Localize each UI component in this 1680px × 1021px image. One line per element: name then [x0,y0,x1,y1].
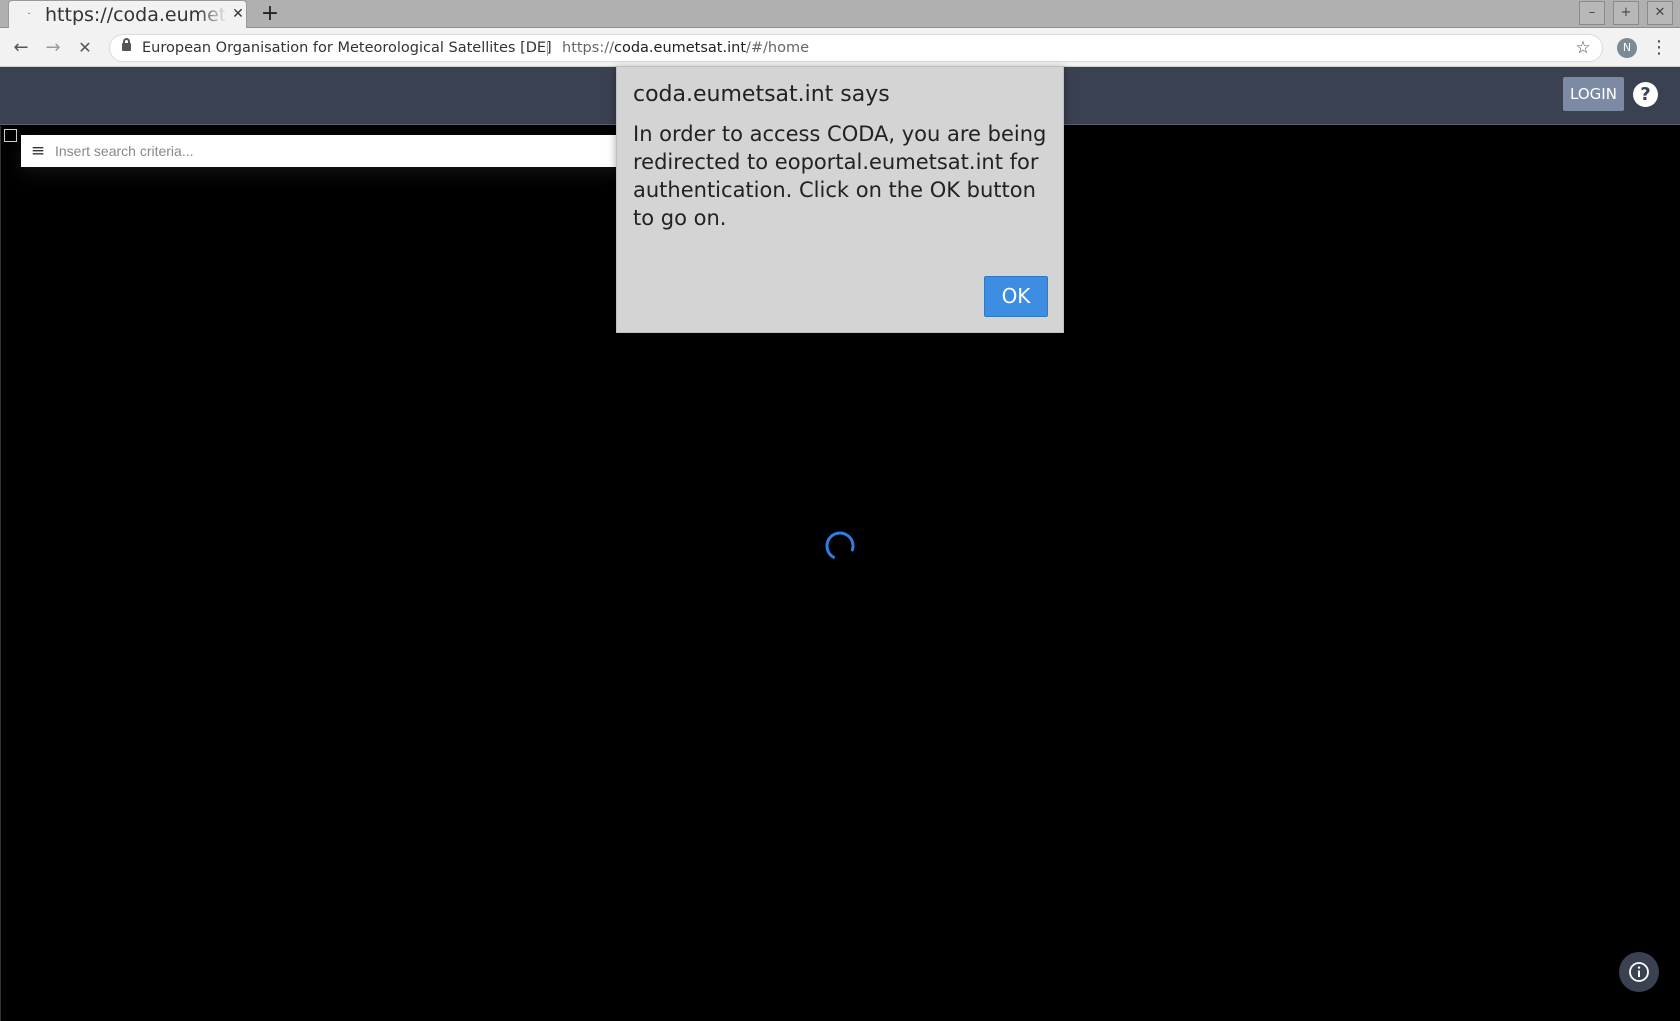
profile-avatar[interactable]: N [1617,38,1637,58]
login-button[interactable]: LOGIN [1563,77,1624,111]
alert-title: coda.eumetsat.int says [633,82,890,107]
search-menu-icon[interactable]: ≡ [30,142,46,160]
help-icon[interactable]: ? [1633,82,1658,107]
map-checkbox[interactable] [4,129,17,142]
browser-tab-strip: · https://coda.eumetsat.int/#/home ✕ + –… [0,0,1680,29]
site-identity: European Organisation for Meteorological… [142,40,552,56]
address-separator [547,41,548,56]
address-bar[interactable]: European Organisation for Meteorological… [109,34,1603,62]
tab-close-icon[interactable]: ✕ [230,6,246,22]
browser-toolbar: ← → ✕ European Organisation for Meteorol… [0,28,1680,67]
back-button[interactable]: ← [9,36,33,60]
stop-loading-button[interactable]: ✕ [73,36,97,60]
browser-tab[interactable]: · https://coda.eumetsat.int/#/home ✕ [8,0,247,29]
browser-menu-icon[interactable]: ⋮ [1650,36,1668,60]
loading-spinner-icon [825,531,855,561]
window-close-button[interactable]: ✕ [1647,1,1673,25]
tab-loading-icon: · [27,9,31,20]
new-tab-button[interactable]: + [258,2,282,26]
tab-title: https://coda.eumetsat.int/#/home [45,4,227,26]
alert-ok-button[interactable]: OK [984,276,1048,317]
lock-icon [122,38,131,51]
window-minimize-button[interactable]: – [1579,1,1605,25]
window-maximize-button[interactable]: + [1613,1,1639,25]
bookmark-star-icon[interactable]: ☆ [1572,37,1594,59]
url-path: /#/home [746,40,810,56]
url-host: coda.eumetsat.int [613,40,747,56]
url-scheme: https:// [562,40,614,56]
alert-dialog: coda.eumetsat.int says In order to acces… [616,66,1064,333]
info-button[interactable] [1619,952,1659,992]
info-icon [1629,962,1649,982]
alert-message: In order to access CODA, you are being r… [633,122,1047,230]
search-input[interactable] [53,138,623,164]
forward-button[interactable]: → [41,36,65,60]
search-bar: ≡ [21,135,631,167]
url-text: https://coda.eumetsat.int/#/home [562,35,809,61]
